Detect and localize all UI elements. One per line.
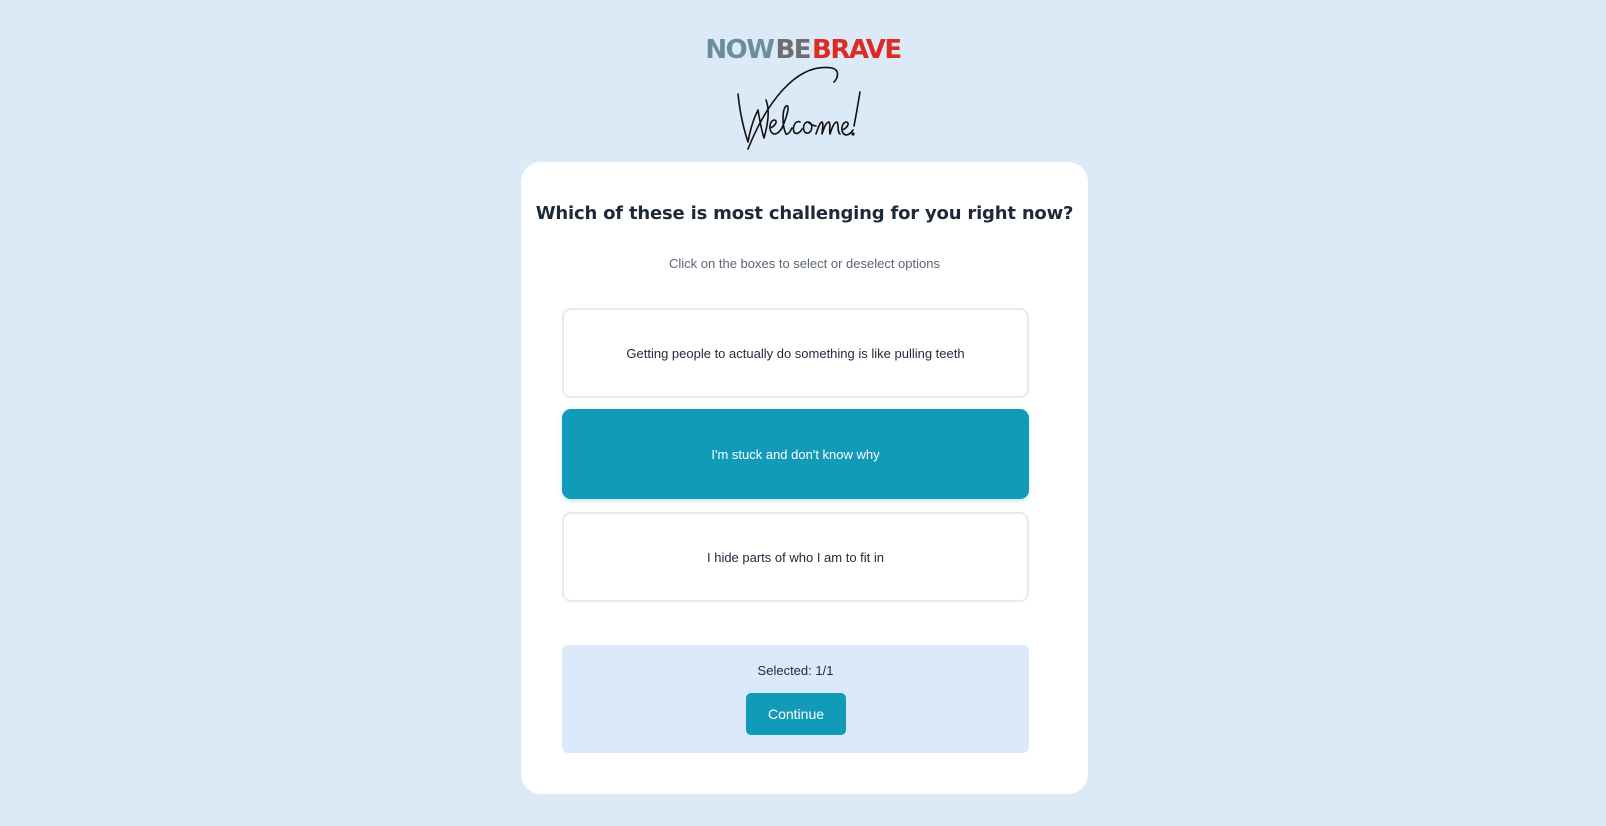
option-label: Getting people to actually do something …	[626, 345, 965, 361]
option-box-pulling-teeth[interactable]: Getting people to actually do something …	[562, 308, 1029, 398]
welcome-script-logo	[737, 66, 861, 150]
option-label: I hide parts of who I am to fit in	[706, 549, 885, 565]
option-label: I'm stuck and don't know why	[711, 446, 880, 462]
question-heading: Which of these is most challenging for y…	[535, 203, 1074, 224]
selection-footer: Selected: 1/1 Continue	[562, 645, 1029, 753]
option-box-stuck[interactable]: I'm stuck and don't know why	[562, 409, 1029, 499]
logo-word-now: NOW	[705, 35, 775, 65]
continue-button[interactable]: Continue	[746, 693, 846, 735]
logo-word-be: BE	[775, 35, 811, 65]
selected-count: Selected: 1/1	[757, 663, 834, 678]
logo-word-brave: BRAVE	[812, 35, 902, 65]
quiz-card: Which of these is most challenging for y…	[521, 162, 1088, 794]
instruction-text: Click on the boxes to select or deselect…	[669, 256, 940, 271]
brand-logo: NOWBEBRAVE	[0, 36, 1606, 64]
option-box-hide-parts[interactable]: I hide parts of who I am to fit in	[562, 512, 1029, 602]
